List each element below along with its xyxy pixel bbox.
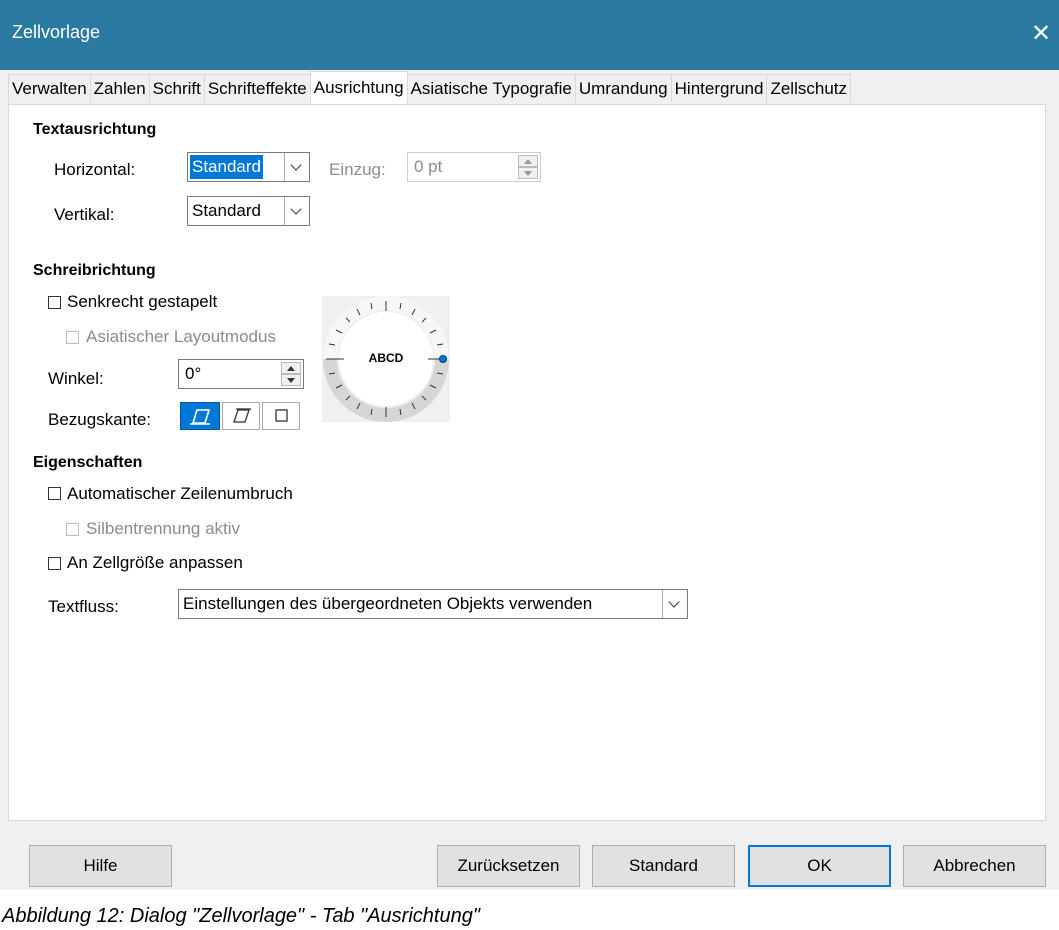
tab-hintergrund[interactable]: Hintergrund bbox=[670, 74, 768, 103]
textflow-label: Textfluss: bbox=[48, 597, 119, 616]
indent-spinbox[interactable]: 0 pt bbox=[407, 152, 541, 182]
horizontal-select-value: Standard bbox=[190, 155, 263, 179]
section-heading-properties: Eigenschaften bbox=[33, 454, 143, 471]
stacked-checkbox[interactable] bbox=[48, 296, 61, 309]
tab-zellschutz[interactable]: Zellschutz bbox=[766, 74, 851, 103]
tab-verwalten[interactable]: Verwalten bbox=[8, 74, 91, 103]
tab-panel bbox=[8, 104, 1046, 821]
shrink-to-fit-label: An Zellgröße anpassen bbox=[67, 553, 243, 572]
chevron-down-icon[interactable] bbox=[284, 153, 309, 181]
angle-spinbox[interactable]: 0° bbox=[178, 359, 304, 389]
indent-label: Einzug: bbox=[329, 160, 386, 179]
standard-button[interactable]: Standard bbox=[592, 845, 735, 887]
shrink-to-fit-checkbox[interactable] bbox=[48, 557, 61, 570]
horizontal-label: Horizontal: bbox=[54, 160, 136, 179]
spin-down-icon[interactable] bbox=[518, 167, 538, 179]
section-heading-writing-direction: Schreibrichtung bbox=[33, 262, 156, 279]
cancel-button[interactable]: Abbrechen bbox=[903, 845, 1046, 887]
figure-caption: Abbildung 12: Dialog "Zellvorlage" - Tab… bbox=[2, 905, 480, 927]
reference-edge-bottom-button[interactable] bbox=[180, 402, 220, 430]
tab-schrift[interactable]: Schrift bbox=[148, 74, 205, 103]
stacked-label: Senkrecht gestapelt bbox=[67, 292, 218, 311]
spin-down-icon[interactable] bbox=[281, 374, 301, 386]
chevron-down-icon[interactable] bbox=[662, 590, 687, 618]
tab-zahlen[interactable]: Zahlen bbox=[89, 74, 150, 103]
spin-up-icon[interactable] bbox=[518, 155, 538, 167]
vertical-select-value: Standard bbox=[192, 201, 261, 220]
section-heading-text-alignment: Textausrichtung bbox=[33, 121, 157, 138]
title-bar bbox=[0, 0, 1059, 70]
tab-ausrichtung[interactable]: Ausrichtung bbox=[309, 71, 408, 104]
spin-up-icon[interactable] bbox=[281, 362, 301, 374]
asian-layout-checkbox[interactable] bbox=[66, 331, 79, 344]
window-title: Zellvorlage bbox=[12, 22, 101, 42]
angle-value: 0° bbox=[185, 364, 202, 383]
hyphenation-checkbox[interactable] bbox=[66, 523, 79, 536]
reference-edge-inside-button[interactable] bbox=[262, 402, 300, 430]
chevron-down-icon[interactable] bbox=[284, 197, 309, 225]
tab-umrandung[interactable]: Umrandung bbox=[574, 74, 672, 103]
textflow-select[interactable]: Einstellungen des übergeordneten Objekts… bbox=[178, 589, 688, 619]
square-icon bbox=[275, 409, 288, 422]
tab-schrifteffekte[interactable]: Schrifteffekte bbox=[203, 74, 311, 103]
reset-button[interactable]: Zurücksetzen bbox=[437, 845, 580, 887]
horizontal-select[interactable]: Standard bbox=[187, 152, 310, 182]
ok-button[interactable]: OK bbox=[748, 845, 891, 887]
help-button[interactable]: Hilfe bbox=[29, 845, 172, 887]
dial-preview-text: ABCD bbox=[368, 351, 404, 365]
textflow-select-value: Einstellungen des übergeordneten Objekts… bbox=[183, 594, 593, 613]
asian-layout-label: Asiatischer Layoutmodus bbox=[86, 327, 276, 346]
wrap-label: Automatischer Zeilenumbruch bbox=[67, 484, 293, 503]
close-icon[interactable]: ✕ bbox=[1024, 14, 1058, 54]
rotation-dial[interactable]: ABCD bbox=[322, 296, 450, 422]
parallelogram-icon bbox=[233, 408, 251, 423]
tab-asiatische-typografie[interactable]: Asiatische Typografie bbox=[406, 74, 576, 103]
reference-edge-top-button[interactable] bbox=[222, 402, 260, 430]
vertical-select[interactable]: Standard bbox=[187, 196, 310, 226]
reference-edge-label: Bezugskante: bbox=[48, 410, 152, 429]
hyphenation-label: Silbentrennung aktiv bbox=[86, 519, 241, 538]
indent-value: 0 pt bbox=[414, 157, 443, 176]
wrap-checkbox[interactable] bbox=[48, 487, 61, 500]
angle-label: Winkel: bbox=[48, 369, 104, 388]
tab-bar: Verwalten Zahlen Schrift Schrifteffekte … bbox=[8, 71, 851, 104]
parallelogram-icon bbox=[190, 409, 211, 425]
vertical-label: Vertikal: bbox=[54, 205, 115, 224]
